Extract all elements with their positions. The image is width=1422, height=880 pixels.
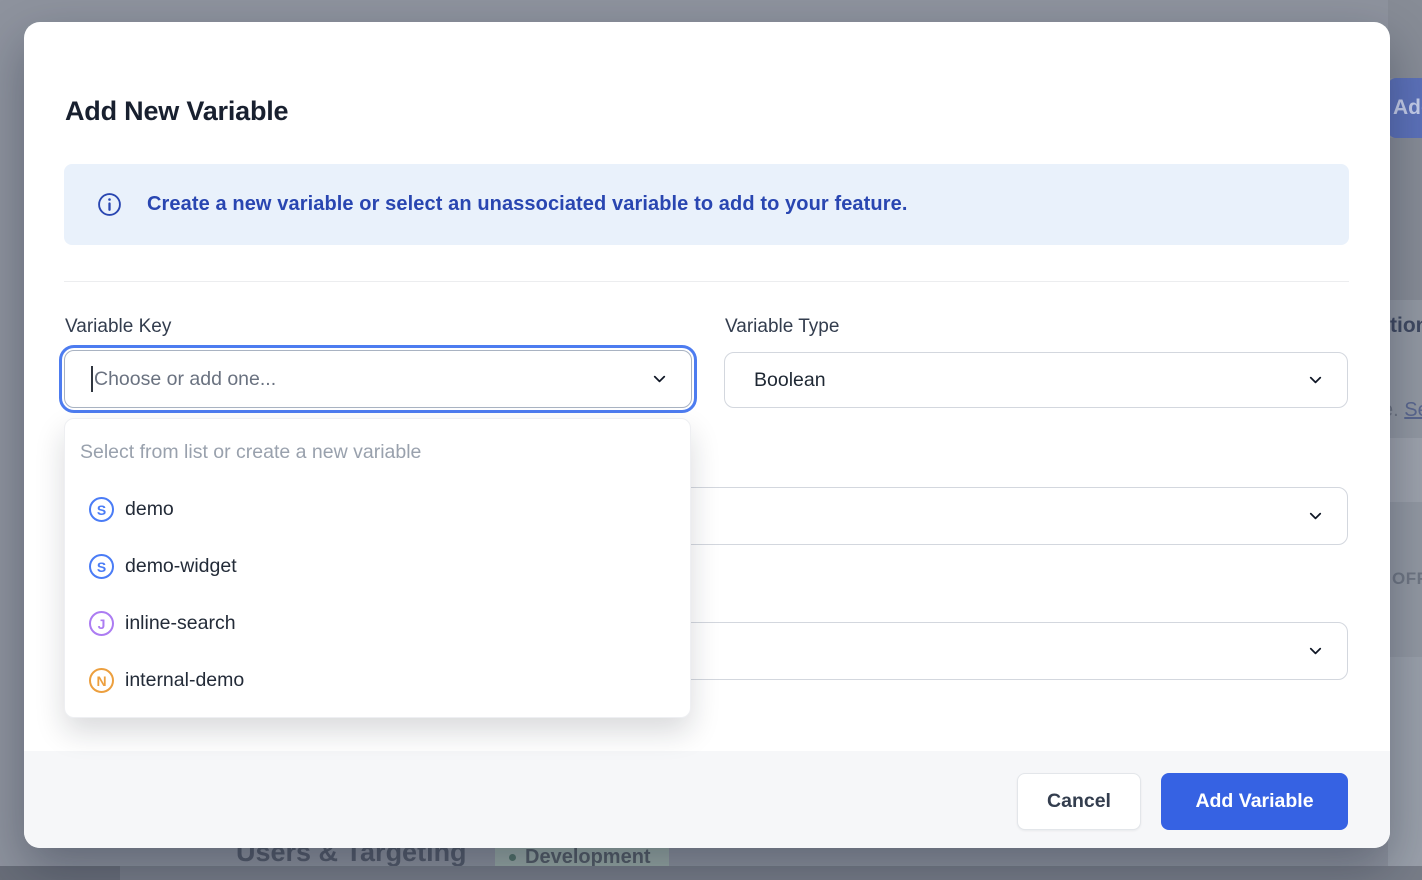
info-icon [97, 192, 122, 217]
text-caret [91, 366, 93, 392]
dropdown-option-inline-search[interactable]: J inline-search [65, 595, 690, 652]
variable-type-select[interactable]: Boolean [724, 352, 1348, 408]
chevron-down-icon [1306, 642, 1325, 661]
variable-key-placeholder: Choose or add one... [94, 368, 276, 391]
background-off-status: OFF [1392, 569, 1422, 589]
dropdown-option-demo[interactable]: S demo [65, 481, 690, 538]
dropdown-option-internal-demo[interactable]: N internal-demo [65, 652, 690, 709]
screen: Add tion e. Se OFF Users & Targeting Dev… [0, 0, 1422, 880]
number-type-icon: N [89, 668, 114, 693]
variable-key-label: Variable Key [65, 316, 171, 338]
background-band [0, 866, 120, 880]
environment-dot-icon [509, 854, 516, 861]
background-band [1388, 0, 1422, 78]
add-variable-modal: Add New Variable Create a new variable o… [24, 22, 1390, 848]
chevron-down-icon [1306, 371, 1325, 390]
variable-type-label: Variable Type [725, 316, 839, 338]
add-variable-button[interactable]: Add Variable [1161, 773, 1348, 830]
json-type-icon: J [89, 611, 114, 636]
dropdown-option-label: internal-demo [125, 669, 244, 692]
variable-type-value: Boolean [754, 369, 826, 392]
modal-footer: Cancel Add Variable [24, 751, 1390, 848]
string-type-icon: S [89, 497, 114, 522]
dropdown-header: Select from list or create a new variabl… [80, 441, 421, 464]
background-add-button-label: Add [1393, 96, 1422, 120]
dropdown-option-label: demo-widget [125, 555, 237, 578]
chevron-down-icon [650, 370, 669, 389]
variable-key-combobox[interactable]: Choose or add one... [64, 350, 692, 408]
chevron-down-icon [1306, 507, 1325, 526]
dropdown-option-label: inline-search [125, 612, 236, 635]
background-band [1388, 138, 1422, 300]
divider [64, 281, 1349, 282]
background-band [1388, 438, 1422, 502]
info-banner: Create a new variable or select an unass… [64, 164, 1349, 245]
banner-text: Create a new variable or select an unass… [147, 193, 908, 216]
cancel-button[interactable]: Cancel [1017, 773, 1141, 830]
background-band [1388, 657, 1422, 866]
dropdown-option-demo-widget[interactable]: S demo-widget [65, 538, 690, 595]
background-see-link: Se [1404, 399, 1422, 421]
string-type-icon: S [89, 554, 114, 579]
modal-title: Add New Variable [65, 96, 288, 127]
dropdown-list: S demo S demo-widget J inline-search N i… [65, 481, 690, 709]
background-band [0, 866, 1422, 880]
dropdown-option-label: demo [125, 498, 174, 521]
variable-key-dropdown: Select from list or create a new variabl… [64, 418, 691, 718]
background-add-button: Add [1388, 78, 1422, 138]
background-text-fragment: tion [1390, 314, 1422, 338]
